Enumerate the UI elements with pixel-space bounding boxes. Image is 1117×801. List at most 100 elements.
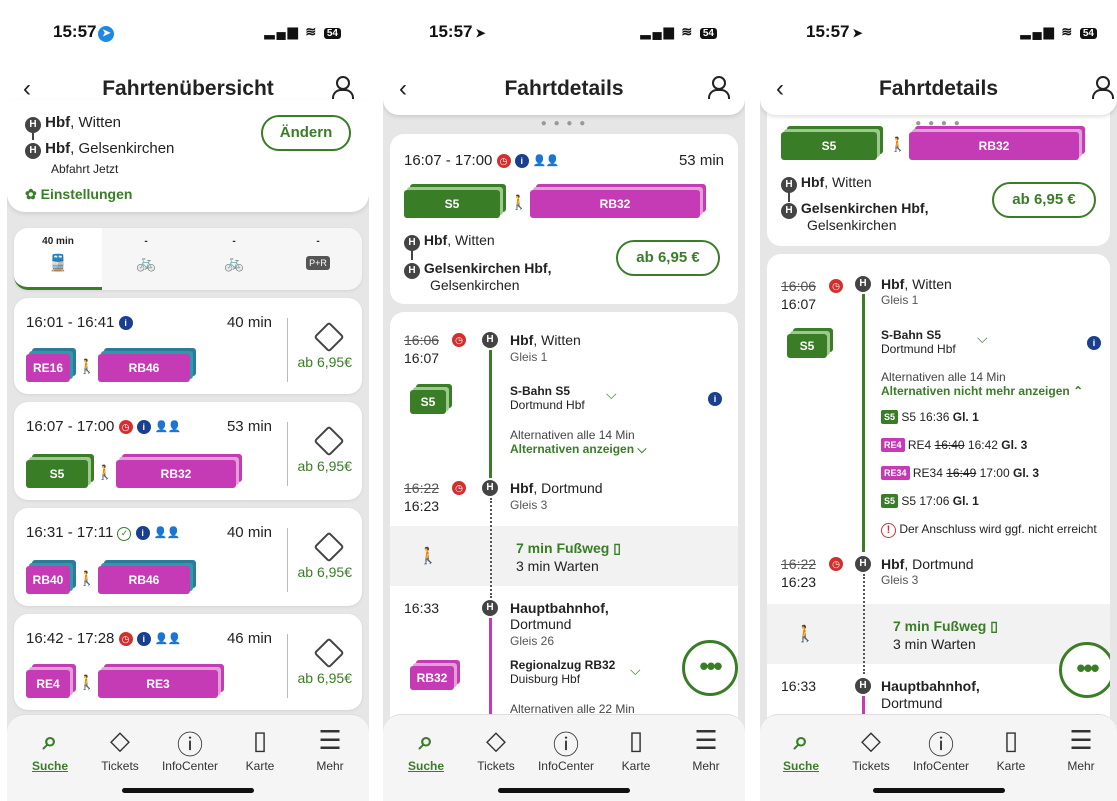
screen-connections-overview: 15:57 ➤ ▂▄▆ ≋ 54 ‹ Fahrtenübersicht H Hbf… xyxy=(7,0,369,801)
tab-bikeshare[interactable]: - 🚲 xyxy=(190,228,278,290)
trip-timeline: 16:06 ◷ 16:07 H Hbf, Witten Gleis 1 S5 S… xyxy=(390,312,738,732)
chevron-down-icon[interactable]: ⌵ xyxy=(977,330,988,347)
nav-infocenter[interactable]: ⓘ InfoCenter xyxy=(531,725,601,773)
search-icon: ⌕ xyxy=(418,725,434,755)
nav-infocenter[interactable]: ⓘ InfoCenter xyxy=(155,725,225,773)
ticket-icon[interactable] xyxy=(313,637,345,669)
connection-time: 16:01 - 16:41 i xyxy=(26,314,133,331)
price-button[interactable]: ab 6,95 € xyxy=(616,240,720,276)
chevron-down-icon[interactable]: ⌵ xyxy=(606,386,617,403)
status-time: 15:57 ➤ xyxy=(429,22,486,41)
route-line xyxy=(862,294,865,552)
menu-icon: ☰ xyxy=(1069,725,1093,755)
route-connector xyxy=(411,250,413,260)
nav-tickets[interactable]: ◇ Tickets xyxy=(85,725,155,773)
nav-mehr[interactable]: ☰ Mehr xyxy=(1046,725,1116,773)
home-indicator xyxy=(498,788,630,793)
chevron-down-icon[interactable]: ⌵ xyxy=(630,662,641,679)
ticket-icon[interactable] xyxy=(313,531,345,563)
more-actions-button[interactable]: ••• xyxy=(682,640,738,696)
screen-trip-details: 15:57 ➤ ▂▄▆ ≋ 54 ‹ Fahrtdetails ● ● ● ● 1… xyxy=(383,0,745,801)
station-icon: H xyxy=(404,263,420,279)
nav-karte[interactable]: ▯ Karte xyxy=(976,725,1046,773)
planned-time: 16:06 xyxy=(404,332,440,348)
nav-mehr[interactable]: ☰ Mehr xyxy=(295,725,365,773)
profile-icon[interactable] xyxy=(707,74,730,99)
alternative-item[interactable]: S5 S5 16:36 Gl. 1 xyxy=(881,410,979,424)
nav-mehr[interactable]: ☰ Mehr xyxy=(671,725,741,773)
tab-park-ride[interactable]: - P+R xyxy=(274,228,362,290)
platform: Gleis 26 xyxy=(510,634,555,648)
status-bar: 15:57 ➤ ▂▄▆ ≋ 54 xyxy=(7,22,369,44)
nav-tickets[interactable]: ◇ Tickets xyxy=(836,725,906,773)
nav-karte[interactable]: ▯ Karte xyxy=(225,725,295,773)
profile-icon[interactable] xyxy=(331,74,354,99)
show-alternatives-link[interactable]: Alternativen anzeigen ⌵ xyxy=(510,442,646,457)
hide-alternatives-link[interactable]: Alternativen nicht mehr anzeigen ⌃ xyxy=(881,384,1083,398)
price-button[interactable]: ab 6,95 € xyxy=(992,182,1096,218)
info-icon: ⓘ xyxy=(927,730,954,760)
alternative-item[interactable]: RE34 RE34 16:49 17:00 Gl. 3 xyxy=(881,466,1039,480)
app-header: 15:57 ➤ ▂▄▆ ≋ 54 ‹ Fahrtenübersicht xyxy=(7,0,369,115)
alternative-item[interactable]: S5 S5 17:06 Gl. 1 xyxy=(881,494,979,508)
divider xyxy=(287,528,288,592)
map-icon: ▯ xyxy=(613,540,621,556)
stop-city: Dortmund xyxy=(510,616,572,632)
station-icon: H xyxy=(482,332,498,348)
trip-timeline: 16:06 ◷ 16:07 H Hbf, Witten Gleis 1 S5 S… xyxy=(767,254,1110,732)
nav-karte[interactable]: ▯ Karte xyxy=(601,725,671,773)
info-icon[interactable]: i xyxy=(708,392,722,406)
walk-icon: 🚶 xyxy=(78,358,96,374)
status-time: 15:57 ➤ xyxy=(53,22,115,42)
tab-bike[interactable]: - 🚲 xyxy=(102,228,190,290)
info-icon[interactable]: i xyxy=(1087,336,1101,350)
connection-duration: 46 min xyxy=(226,630,272,647)
nav-suche[interactable]: ⌕ Suche xyxy=(391,725,461,773)
tab-public-transport[interactable]: 40 min 🚆 xyxy=(14,228,102,290)
connection-card[interactable]: 16:42 - 17:28 ◷ i 👤👤 46 min RE4 🚶 RE3 ab… xyxy=(14,614,362,710)
line-chip: RE3 xyxy=(98,670,218,698)
settings-link[interactable]: ✿ Einstellungen xyxy=(25,186,132,203)
ticket-icon[interactable] xyxy=(313,425,345,457)
price-label: ab 6,95€ xyxy=(297,564,353,580)
departure-time: 16:33 xyxy=(781,678,817,694)
info-icon: ⓘ xyxy=(552,730,579,760)
ticket-icon[interactable] xyxy=(313,321,345,353)
park-ride-icon: P+R xyxy=(306,256,330,270)
connection-card[interactable]: 16:07 - 17:00 ◷ i 👤👤 53 min S5 🚶 RB32 ab… xyxy=(14,402,362,500)
stop-city: Dortmund xyxy=(881,695,943,711)
walk-route-link[interactable]: 7 min Fußweg ▯ xyxy=(893,618,998,635)
nav-infocenter[interactable]: ⓘ InfoCenter xyxy=(906,725,976,773)
app-header: 15:57 ➤ ▂▄▆ ≋ 54 ‹ Fahrtdetails xyxy=(383,0,745,115)
nav-suche[interactable]: ⌕ Suche xyxy=(766,725,836,773)
profile-icon[interactable] xyxy=(1091,74,1114,99)
connection-card[interactable]: 16:31 - 17:11 ✓ i 👤👤 40 min RB40 🚶 RB46 … xyxy=(14,508,362,606)
connection-card[interactable]: 16:01 - 16:41 i 40 min RE16 🚶 RB46 ab 6,… xyxy=(14,298,362,394)
stop-name: Hbf, Witten xyxy=(510,332,581,348)
battery-icon: 54 xyxy=(699,28,717,39)
stop-name: Hbf, Dortmund xyxy=(510,480,603,496)
bottom-nav: ⌕ Suche ◇ Tickets ⓘ InfoCenter ▯ Karte ☰ Mehr xyxy=(760,714,1117,801)
status-time: 15:57 ➤ xyxy=(806,22,863,41)
alternative-item[interactable]: RE4 RE4 16:40 16:42 Gl. 3 xyxy=(881,438,1027,452)
map-icon: ▯ xyxy=(628,725,644,755)
station-icon: H xyxy=(855,276,871,292)
route-line xyxy=(489,350,492,478)
occupancy-icon: 👤👤 xyxy=(154,633,181,645)
walk-route-link[interactable]: 7 min Fußweg ▯ xyxy=(516,540,621,557)
ticket-icon: ◇ xyxy=(861,725,881,755)
divider xyxy=(287,422,288,486)
walk-icon: 🚶 xyxy=(510,194,528,210)
change-button[interactable]: Ändern xyxy=(261,115,351,151)
info-icon: i xyxy=(514,154,529,168)
more-actions-button[interactable]: ••• xyxy=(1059,642,1110,698)
battery-icon: 54 xyxy=(323,28,341,39)
nav-tickets[interactable]: ◇ Tickets xyxy=(461,725,531,773)
line-chip: RB32 xyxy=(410,666,454,690)
nav-suche[interactable]: ⌕ Suche xyxy=(15,725,85,773)
stop-name: Hbf, Dortmund xyxy=(881,556,974,572)
connection-duration: 40 min xyxy=(226,314,272,331)
line-name: Regionalzug RB32 xyxy=(510,658,616,672)
line-chip: RE34 xyxy=(881,466,910,480)
platform: Gleis 3 xyxy=(881,573,919,587)
